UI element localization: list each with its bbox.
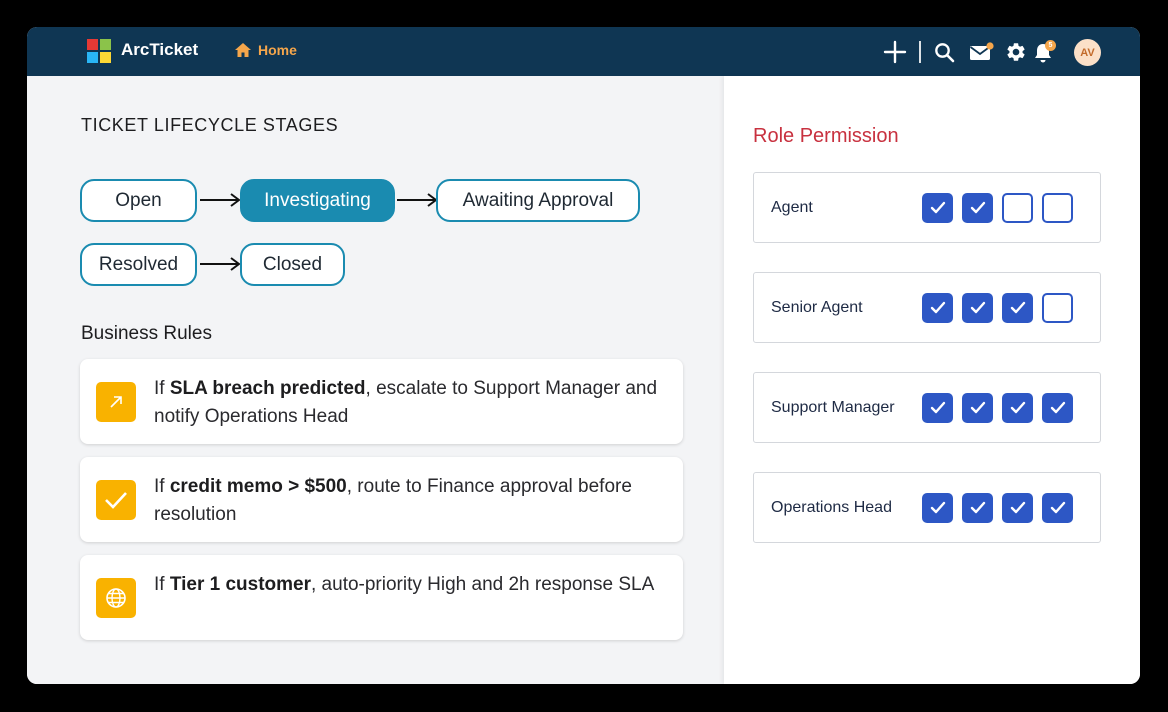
- stage-resolved[interactable]: Resolved: [80, 243, 197, 286]
- arcticket-logo-icon: [87, 39, 112, 64]
- globe-icon: [96, 578, 136, 618]
- permission-checkbox-checked[interactable]: [962, 193, 993, 223]
- permission-checkbox-checked[interactable]: [922, 493, 953, 523]
- permission-checkbox-checked[interactable]: [962, 293, 993, 323]
- checkmark-icon: [970, 501, 985, 514]
- search-icon[interactable]: [934, 42, 955, 63]
- checkmark-icon: [970, 401, 985, 414]
- stage-investigating[interactable]: Investigating: [240, 179, 395, 222]
- checkmark-icon: [96, 480, 136, 520]
- checkmark-icon: [1010, 501, 1025, 514]
- checkmark-icon: [1010, 401, 1025, 414]
- role-name: Senior Agent: [771, 299, 863, 316]
- role-card-support-manager: Support Manager: [753, 372, 1101, 443]
- stage-awaiting-approval[interactable]: Awaiting Approval: [436, 179, 640, 222]
- home-label: Home: [258, 42, 297, 58]
- business-rule-text: If Tier 1 customer, auto-priority High a…: [154, 574, 655, 595]
- business-rule-card: If Tier 1 customer, auto-priority High a…: [80, 555, 683, 640]
- checkmark-icon: [970, 201, 985, 214]
- business-rule-text: If credit memo > $500, route to Finance …: [154, 476, 632, 525]
- brand-name: ArcTicket: [121, 40, 199, 59]
- checkmark-icon: [930, 401, 945, 414]
- permission-checkbox-checked[interactable]: [1042, 493, 1073, 523]
- home-icon: [235, 43, 251, 57]
- permission-checkbox-unchecked[interactable]: [1042, 193, 1073, 223]
- business-rule-card: If credit memo > $500, route to Finance …: [80, 457, 683, 542]
- business-rules-title: Business Rules: [81, 323, 212, 344]
- home-link[interactable]: Home: [234, 42, 297, 58]
- checkmark-icon: [930, 201, 945, 214]
- role-name: Agent: [771, 199, 813, 216]
- lifecycle-title: TICKET LIFECYCLE STAGES: [81, 115, 339, 135]
- business-rule-text: If SLA breach predicted, escalate to Sup…: [154, 378, 658, 427]
- permission-checkbox-checked[interactable]: [922, 293, 953, 323]
- checkmark-icon: [970, 301, 985, 314]
- stage-open[interactable]: Open: [80, 179, 197, 222]
- permission-checkbox-checked[interactable]: [1002, 293, 1033, 323]
- checkmark-icon: [930, 301, 945, 314]
- arrow-right-icon: [200, 257, 241, 271]
- checkmark-icon: [1050, 401, 1065, 414]
- permission-checkbox-checked[interactable]: [1002, 493, 1033, 523]
- permission-checkbox-checked[interactable]: [1002, 393, 1033, 423]
- role-name: Operations Head: [771, 499, 892, 516]
- notification-badge: 5: [1045, 40, 1056, 51]
- left-panel: TICKET LIFECYCLE STAGES Open Investigati…: [27, 76, 721, 684]
- mail-icon[interactable]: [969, 42, 995, 62]
- checkmark-icon: [930, 501, 945, 514]
- permission-checkbox-checked[interactable]: [922, 193, 953, 223]
- business-rule-card: If SLA breach predicted, escalate to Sup…: [80, 359, 683, 444]
- stage-closed[interactable]: Closed: [240, 243, 345, 286]
- permission-checkbox-checked[interactable]: [962, 393, 993, 423]
- role-card-operations-head: Operations Head: [753, 472, 1101, 543]
- gear-icon[interactable]: [1005, 41, 1027, 63]
- role-card-senior-agent: Senior Agent: [753, 272, 1101, 343]
- role-name: Support Manager: [771, 399, 895, 416]
- top-navigation-bar: ArcTicket Home 5 AV: [27, 27, 1140, 76]
- avatar[interactable]: AV: [1074, 39, 1101, 66]
- plus-icon[interactable]: [883, 40, 907, 64]
- role-card-agent: Agent: [753, 172, 1101, 243]
- arrow-right-icon: [397, 193, 438, 207]
- permission-checkbox-checked[interactable]: [1042, 393, 1073, 423]
- permission-checkbox-checked[interactable]: [962, 493, 993, 523]
- checkmark-icon: [1010, 301, 1025, 314]
- arrow-right-icon: [200, 193, 241, 207]
- role-permission-title: Role Permission: [753, 125, 899, 147]
- permission-checkbox-checked[interactable]: [922, 393, 953, 423]
- toolbar-divider: [919, 41, 921, 63]
- permission-checkbox-unchecked[interactable]: [1042, 293, 1073, 323]
- role-permission-panel: Role Permission Agent Senior Agent Suppo…: [724, 76, 1140, 684]
- arrow-up-right-icon: [96, 382, 136, 422]
- permission-checkbox-unchecked[interactable]: [1002, 193, 1033, 223]
- app-window: ArcTicket Home 5 AV TICKET LIFECYCLE STA…: [27, 27, 1140, 684]
- checkmark-icon: [1050, 501, 1065, 514]
